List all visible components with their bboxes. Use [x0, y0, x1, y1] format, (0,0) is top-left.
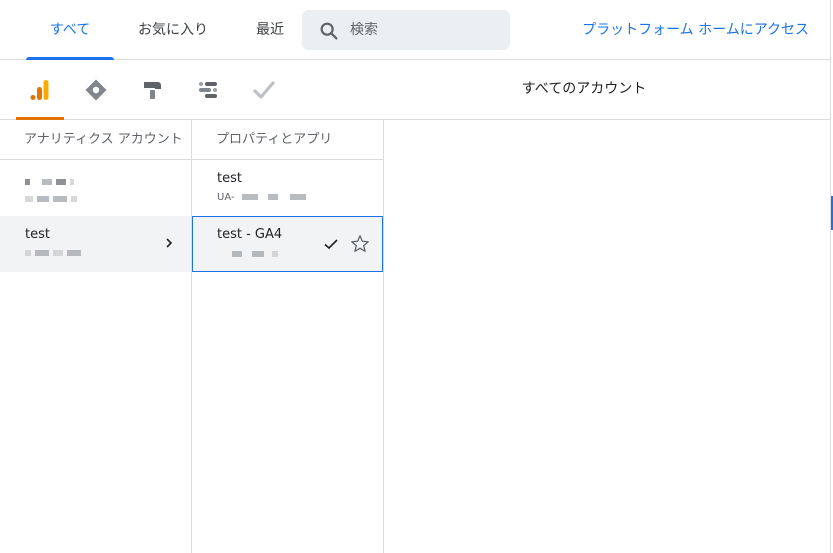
tab-all[interactable]: すべて: [26, 0, 114, 60]
account-id-redacted: [25, 194, 81, 205]
property-row-selected[interactable]: test - GA4: [192, 216, 383, 272]
chevron-right-icon: [166, 238, 173, 248]
tab-recent[interactable]: 最近: [242, 0, 298, 60]
account-row[interactable]: [0, 160, 191, 216]
property-name: test: [217, 171, 242, 186]
tag-manager-icon: [85, 79, 107, 101]
platform-home-link[interactable]: プラットフォーム ホームにアクセス: [582, 0, 809, 60]
product-surveys[interactable]: [240, 60, 288, 120]
product-title: すべてのアカウント: [521, 81, 647, 97]
product-data-studio[interactable]: [184, 60, 232, 120]
properties-column-header: プロパティとアプリ: [192, 120, 383, 160]
top-bar: すべて お気に入り 最近 プラットフォーム ホームにアクセス: [0, 0, 831, 60]
search-input[interactable]: [350, 10, 500, 50]
property-id: UA-: [217, 192, 310, 203]
account-name-redacted: [25, 174, 78, 189]
optimize-icon: [144, 82, 161, 99]
views-column-empty: [384, 120, 831, 553]
star-icon[interactable]: [349, 233, 371, 255]
account-picker-panel: すべて お気に入り 最近 プラットフォーム ホームにアクセス: [0, 0, 831, 553]
account-id-redacted: [25, 248, 85, 259]
surveys-icon: [253, 81, 275, 99]
account-name: test: [25, 227, 50, 242]
product-analytics[interactable]: [16, 60, 64, 120]
accounts-column: アナリティクス アカウント test: [0, 120, 192, 553]
data-studio-icon: [199, 82, 217, 98]
property-id-redacted: [232, 249, 282, 260]
accounts-column-header: アナリティクス アカウント: [0, 120, 191, 160]
account-row-selected[interactable]: test: [0, 216, 191, 272]
tab-favorites[interactable]: お気に入り: [126, 0, 220, 60]
analytics-icon: [30, 80, 49, 100]
search-box[interactable]: [302, 10, 510, 50]
property-row[interactable]: test UA-: [192, 160, 383, 216]
properties-column: プロパティとアプリ test UA- test - GA4: [192, 120, 384, 553]
search-icon: [320, 22, 338, 40]
property-id-prefix: UA-: [217, 192, 235, 203]
property-name: test - GA4: [217, 227, 283, 242]
product-switcher: すべてのアカウント: [0, 60, 831, 120]
product-tag-manager[interactable]: [72, 60, 120, 120]
product-optimize[interactable]: [128, 60, 176, 120]
check-icon: [324, 239, 338, 250]
